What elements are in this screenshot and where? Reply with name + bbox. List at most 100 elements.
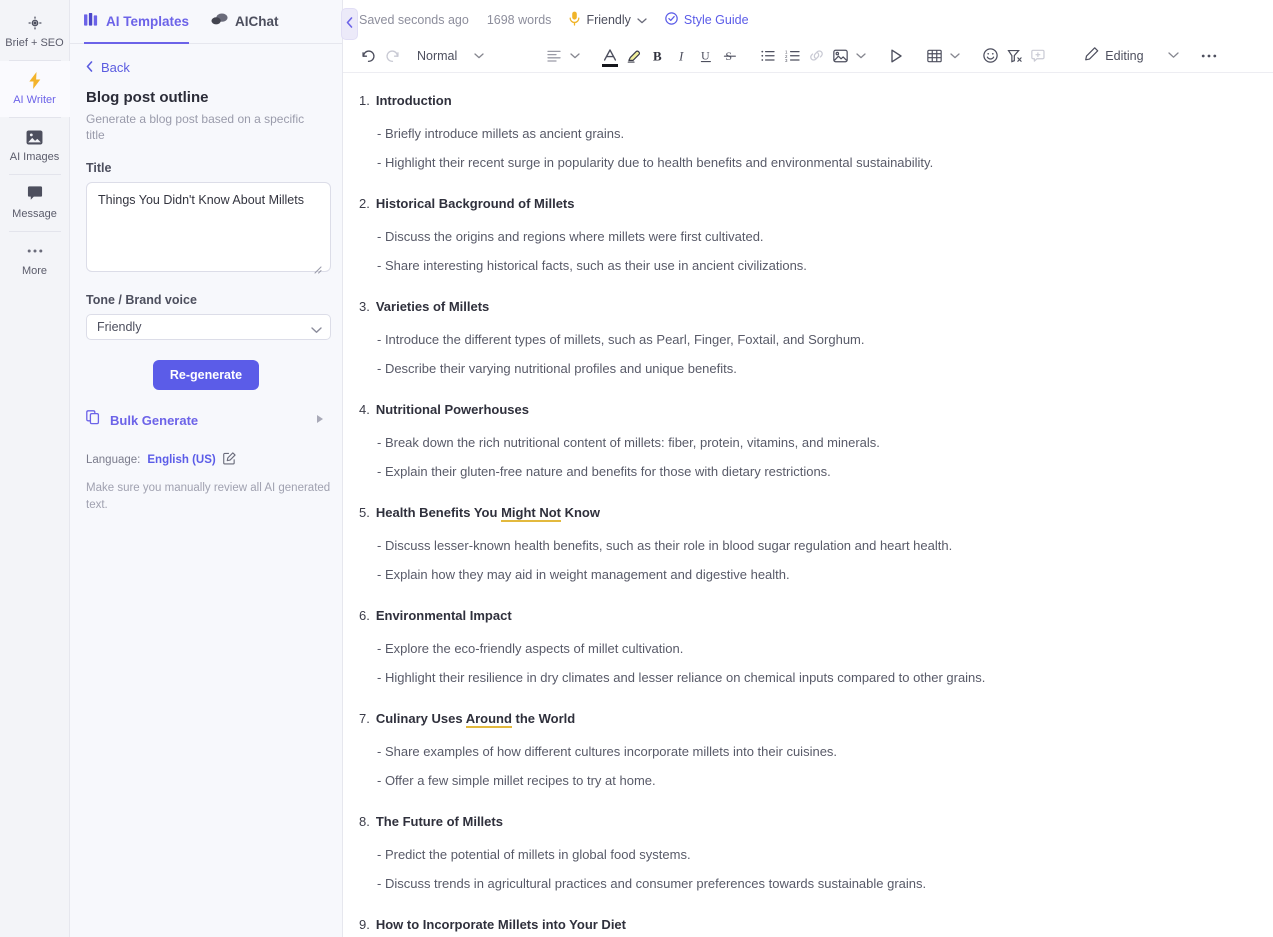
clear-format-icon[interactable] xyxy=(1003,44,1025,68)
tone-label: Friendly xyxy=(586,12,631,27)
rail-label: More xyxy=(21,265,48,277)
section-number: 2. xyxy=(359,196,370,211)
bulk-generate-row[interactable]: Bulk Generate xyxy=(86,406,326,434)
tone-selector[interactable]: Friendly xyxy=(569,11,647,29)
emoji-icon[interactable] xyxy=(979,44,1001,68)
rail-item-ai-images[interactable]: AI Images xyxy=(0,118,70,174)
section-heading: 9. How to Incorporate Millets into Your D… xyxy=(359,915,1257,934)
play-triangle-icon[interactable] xyxy=(885,44,907,68)
section-number: 1. xyxy=(359,93,370,108)
ellipsis-icon xyxy=(27,242,43,260)
language-value[interactable]: English (US) xyxy=(147,454,215,466)
document-section: 5. Health Benefits You Might Not Know - Di… xyxy=(359,503,1257,584)
grammar-suggestion[interactable]: Around xyxy=(465,711,512,728)
section-title: Health Benefits You Might Not Know xyxy=(376,503,600,522)
section-bullet: - Break down the rich nutritional conten… xyxy=(377,435,880,450)
highlighter-icon[interactable] xyxy=(623,44,645,68)
section-heading: 6. Environmental Impact xyxy=(359,606,1257,625)
rail-label: Brief + SEO xyxy=(5,37,64,49)
svg-text:U: U xyxy=(701,49,710,63)
rail-item-message[interactable]: Message xyxy=(0,175,70,231)
document-section: 4. Nutritional Powerhouses - Break down th… xyxy=(359,400,1257,481)
section-bullet: - Discuss lesser-known health benefits, … xyxy=(377,538,953,553)
rail-item-ai-writer[interactable]: AI Writer xyxy=(0,61,70,117)
rail-item-more[interactable]: More xyxy=(0,232,70,288)
caret-right-icon xyxy=(317,415,324,425)
chevron-down-icon[interactable] xyxy=(567,44,583,68)
section-heading: 1. Introduction xyxy=(359,91,1257,110)
template-description: Generate a blog post based on a specific… xyxy=(86,112,305,142)
title-input[interactable] xyxy=(86,182,331,272)
align-left-icon[interactable] xyxy=(543,44,565,68)
section-heading: 7. Culinary Uses Around the World xyxy=(359,709,1257,728)
language-prefix: Language: xyxy=(86,454,141,466)
tone-selected-value: Friendly xyxy=(97,320,142,334)
undo-icon[interactable] xyxy=(357,44,379,68)
chevron-down-icon xyxy=(311,321,322,339)
chevron-down-icon[interactable] xyxy=(1166,44,1182,68)
check-circle-icon xyxy=(665,11,678,28)
image-icon[interactable] xyxy=(829,44,851,68)
bold-icon[interactable]: B xyxy=(647,44,669,68)
strikethrough-icon[interactable]: S xyxy=(719,44,741,68)
numbered-list-icon[interactable]: 123 xyxy=(781,44,803,68)
section-number: 8. xyxy=(359,814,370,829)
document-section: 7. Culinary Uses Around the World - Share … xyxy=(359,709,1257,790)
document-section: 6. Environmental Impact - Explore the eco-… xyxy=(359,606,1257,687)
tone-select[interactable]: Friendly xyxy=(86,314,331,340)
chevron-down-icon[interactable] xyxy=(471,44,487,68)
rail-item-brief-seo[interactable]: Brief + SEO xyxy=(0,4,70,60)
section-bullet: - Discuss the origins and regions where … xyxy=(377,229,764,244)
text-color-swatch xyxy=(602,63,619,67)
regenerate-row: Re-generate xyxy=(86,360,326,390)
tone-field-label: Tone / Brand voice xyxy=(86,293,197,307)
redo-icon[interactable] xyxy=(381,44,403,68)
word-count: 1698 words xyxy=(486,12,552,27)
chevron-left-icon xyxy=(346,17,353,31)
editing-mode-button[interactable]: Editing xyxy=(1079,47,1149,64)
language-row: Language: English (US) xyxy=(86,452,326,468)
link-icon[interactable] xyxy=(805,44,827,68)
ellipsis-icon[interactable] xyxy=(1198,44,1220,68)
bullet-list-icon[interactable] xyxy=(757,44,779,68)
collapse-panel-button[interactable] xyxy=(341,8,358,40)
back-button[interactable]: Back xyxy=(86,60,326,75)
tab-label: AI Templates xyxy=(106,14,190,29)
block-style-dropdown[interactable]: Normal xyxy=(409,49,465,63)
document-body[interactable]: 1. Introduction - Briefly introduce millet… xyxy=(343,73,1273,937)
text-color-icon[interactable] xyxy=(599,44,621,68)
section-title: Varieties of Millets xyxy=(375,299,490,314)
regenerate-button[interactable]: Re-generate xyxy=(152,360,260,390)
section-number: 5. xyxy=(359,505,370,520)
editor-area: Saved seconds ago 1698 words Friendly St… xyxy=(343,0,1273,937)
section-bullet: - Highlight their resilience in dry clim… xyxy=(377,670,986,685)
grammar-suggestion[interactable]: Might Not xyxy=(501,505,561,522)
section-bullet: - Briefly introduce millets as ancient g… xyxy=(377,126,625,141)
document-section: 3. Varieties of Millets - Introduce the di… xyxy=(359,297,1257,378)
section-bullet: - Share examples of how different cultur… xyxy=(377,744,838,759)
style-guide-button[interactable]: Style Guide xyxy=(665,11,749,28)
section-number: 7. xyxy=(359,711,370,726)
rail-label: AI Writer xyxy=(13,94,56,106)
copy-icon xyxy=(86,410,100,430)
templates-icon xyxy=(84,13,99,30)
section-title-text: Culinary Uses xyxy=(375,711,466,726)
tab-ai-templates[interactable]: AI Templates xyxy=(84,0,190,44)
panel-body: Back Blog post outline Generate a blog p… xyxy=(70,44,342,514)
section-heading: 3. Varieties of Millets xyxy=(359,297,1257,316)
tone-select-wrap: Friendly xyxy=(86,314,331,340)
target-icon xyxy=(27,14,43,32)
panel-tab-bar: AI Templates AIChat xyxy=(70,0,342,44)
table-icon[interactable] xyxy=(923,44,945,68)
style-guide-label: Style Guide xyxy=(683,12,749,27)
add-comment-icon[interactable] xyxy=(1027,44,1049,68)
underline-icon[interactable]: U xyxy=(695,44,717,68)
pencil-square-icon[interactable] xyxy=(222,452,236,468)
chevron-down-icon[interactable] xyxy=(947,44,963,68)
chevron-down-icon[interactable] xyxy=(853,44,869,68)
tab-label: AIChat xyxy=(235,14,279,29)
tab-aichat[interactable]: AIChat xyxy=(211,0,279,44)
italic-icon[interactable]: I xyxy=(671,44,693,68)
section-number: 4. xyxy=(359,402,370,417)
section-title-text: Health Benefits You xyxy=(375,505,502,520)
